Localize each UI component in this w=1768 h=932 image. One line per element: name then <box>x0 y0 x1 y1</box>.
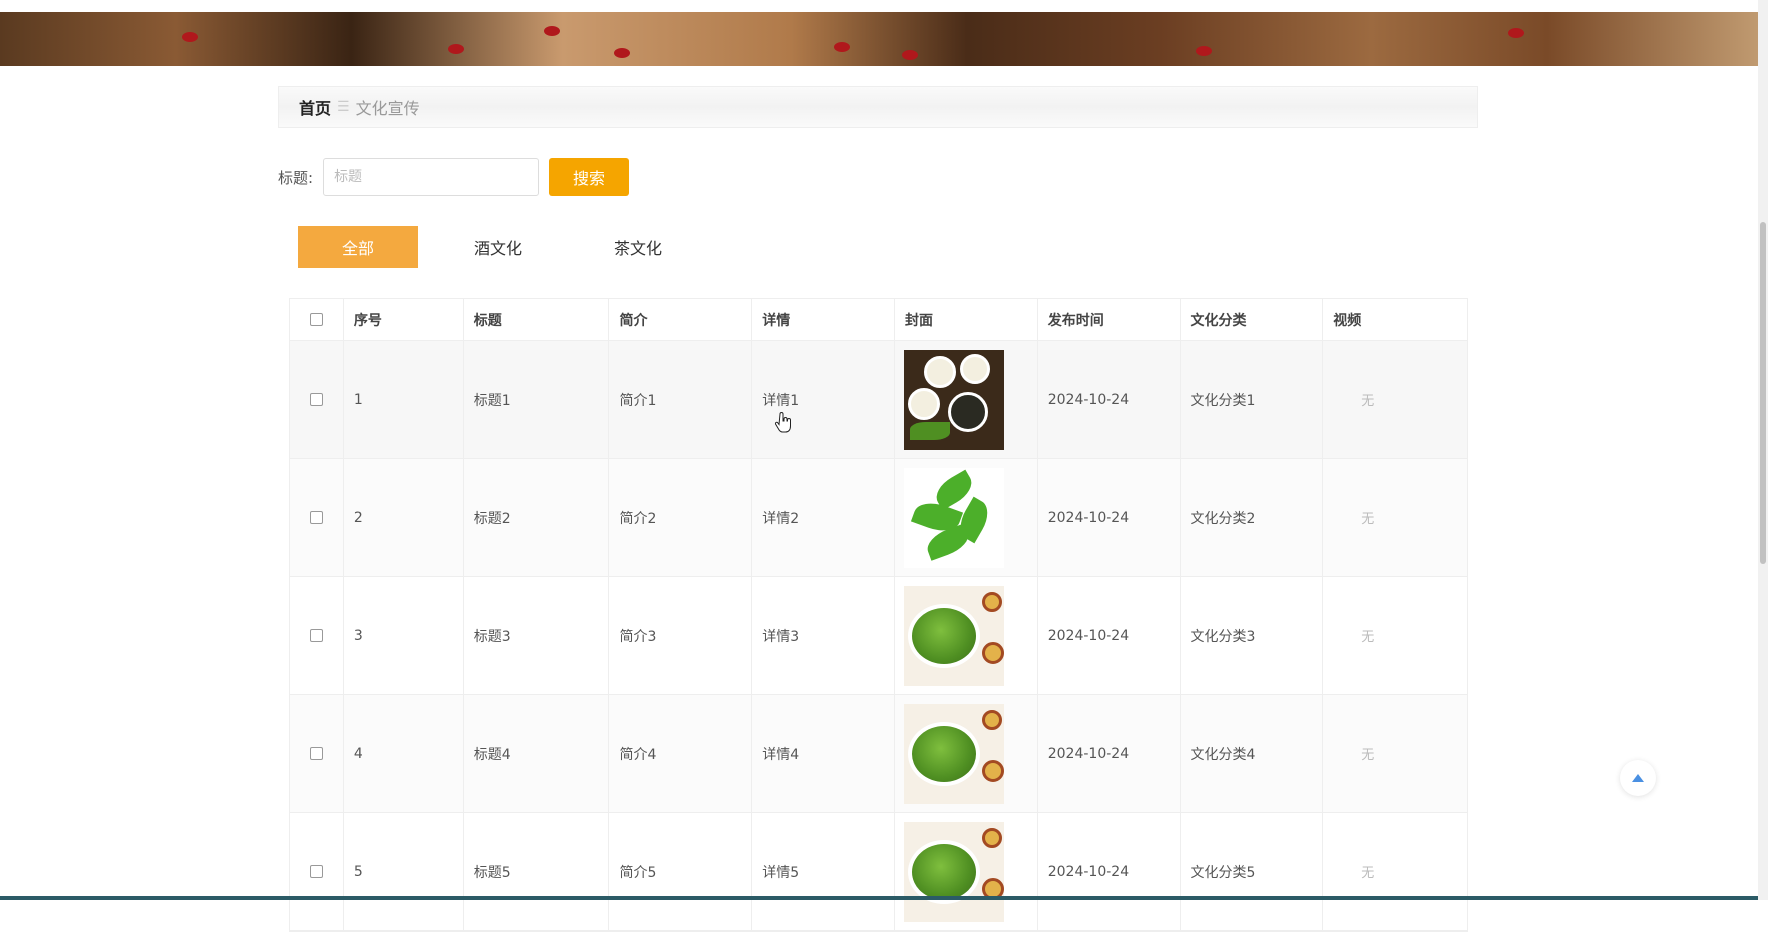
table-row[interactable]: 5 标题5 简介5 详情5 2024-10-24 文化分类5 无 <box>290 813 1467 931</box>
cell-intro: 简介4 <box>609 695 753 812</box>
bottom-border <box>0 896 1758 900</box>
cell-intro: 简介5 <box>609 813 753 930</box>
header-category: 文化分类 <box>1181 299 1324 340</box>
search-button[interactable]: 搜索 <box>549 158 630 196</box>
cell-title: 标题2 <box>464 459 610 576</box>
header-cover: 封面 <box>895 299 1038 340</box>
table-row[interactable]: 1 标题1 简介1 详情1 2024-10-24 文化分类1 无 <box>290 341 1467 459</box>
cell-index: 4 <box>344 695 464 812</box>
cell-video: 无 <box>1361 630 1375 645</box>
hand-pointer-icon <box>774 412 791 433</box>
breadcrumb-current: 文化宣传 <box>355 99 420 118</box>
cell-video: 无 <box>1361 394 1375 409</box>
page-scrollbar[interactable] <box>1758 0 1768 900</box>
tab-all[interactable]: 全部 <box>298 226 418 268</box>
table-row[interactable]: 4 标题4 简介4 详情4 2024-10-24 文化分类4 无 <box>290 695 1467 813</box>
cell-category: 文化分类4 <box>1181 695 1324 812</box>
cell-detail: 详情2 <box>752 459 895 576</box>
header-banner-image <box>0 12 1758 66</box>
cell-detail: 详情5 <box>752 813 895 930</box>
up-triangle-icon <box>1632 774 1644 782</box>
header-video: 视频 <box>1333 312 1362 329</box>
cell-index: 2 <box>344 459 464 576</box>
search-label: 标题: <box>278 168 314 187</box>
cell-video: 无 <box>1361 748 1375 763</box>
cover-image[interactable] <box>903 585 1004 686</box>
scrollbar-thumb[interactable] <box>1760 222 1766 564</box>
cell-title: 标题4 <box>464 695 610 812</box>
cell-video: 无 <box>1361 512 1375 527</box>
cell-title: 标题3 <box>464 577 610 694</box>
cell-intro: 简介2 <box>609 459 753 576</box>
table-header-row: 序号 标题 简介 详情 封面 发布时间 文化分类 视频 <box>290 299 1467 341</box>
breadcrumb: 首页 ☰ 文化宣传 <box>278 86 1478 128</box>
cell-title: 标题1 <box>464 341 610 458</box>
category-tabs: 全部 酒文化 茶文化 <box>298 226 718 268</box>
cover-image[interactable] <box>903 349 1004 450</box>
cell-date: 2024-10-24 <box>1038 813 1181 930</box>
cell-date: 2024-10-24 <box>1038 459 1181 576</box>
cell-index: 1 <box>344 341 464 458</box>
cell-title: 标题5 <box>464 813 610 930</box>
cell-detail: 详情3 <box>752 577 895 694</box>
row-checkbox[interactable] <box>309 393 323 406</box>
search-input[interactable] <box>323 158 540 196</box>
select-all-checkbox[interactable] <box>309 313 323 326</box>
cell-intro: 简介3 <box>609 577 753 694</box>
cover-image[interactable] <box>903 703 1004 804</box>
row-checkbox[interactable] <box>309 511 323 524</box>
cell-index: 3 <box>344 577 464 694</box>
table-row[interactable]: 3 标题3 简介3 详情3 2024-10-24 文化分类3 无 <box>290 577 1467 695</box>
search-bar: 标题: 搜索 <box>278 158 630 196</box>
header-date: 发布时间 <box>1038 299 1181 340</box>
cell-video: 无 <box>1361 866 1375 881</box>
header-detail: 详情 <box>752 299 895 340</box>
cell-date: 2024-10-24 <box>1038 577 1181 694</box>
header-title: 标题 <box>464 299 610 340</box>
cover-image[interactable] <box>903 467 1004 568</box>
cover-image[interactable] <box>903 821 1004 922</box>
cell-intro: 简介1 <box>609 341 753 458</box>
cell-index: 5 <box>344 813 464 930</box>
breadcrumb-home-link[interactable]: 首页 <box>299 95 331 119</box>
cell-category: 文化分类5 <box>1181 813 1324 930</box>
cell-detail: 详情1 <box>752 341 895 458</box>
row-checkbox[interactable] <box>309 865 323 878</box>
cell-category: 文化分类2 <box>1181 459 1324 576</box>
cell-date: 2024-10-24 <box>1038 341 1181 458</box>
tab-wine-culture[interactable]: 酒文化 <box>438 226 558 268</box>
cell-category: 文化分类1 <box>1181 341 1324 458</box>
header-intro: 简介 <box>609 299 753 340</box>
header-index: 序号 <box>344 299 464 340</box>
cell-date: 2024-10-24 <box>1038 695 1181 812</box>
tab-tea-culture[interactable]: 茶文化 <box>578 226 698 268</box>
data-table: 序号 标题 简介 详情 封面 发布时间 文化分类 视频 1 标题1 简介1 详情… <box>289 298 1468 932</box>
breadcrumb-separator-icon: ☰ <box>337 99 350 115</box>
row-checkbox[interactable] <box>309 629 323 642</box>
cell-detail: 详情4 <box>752 695 895 812</box>
table-row[interactable]: 2 标题2 简介2 详情2 2024-10-24 文化分类2 无 <box>290 459 1467 577</box>
row-checkbox[interactable] <box>309 747 323 760</box>
back-to-top-button[interactable] <box>1620 760 1656 796</box>
cell-category: 文化分类3 <box>1181 577 1324 694</box>
